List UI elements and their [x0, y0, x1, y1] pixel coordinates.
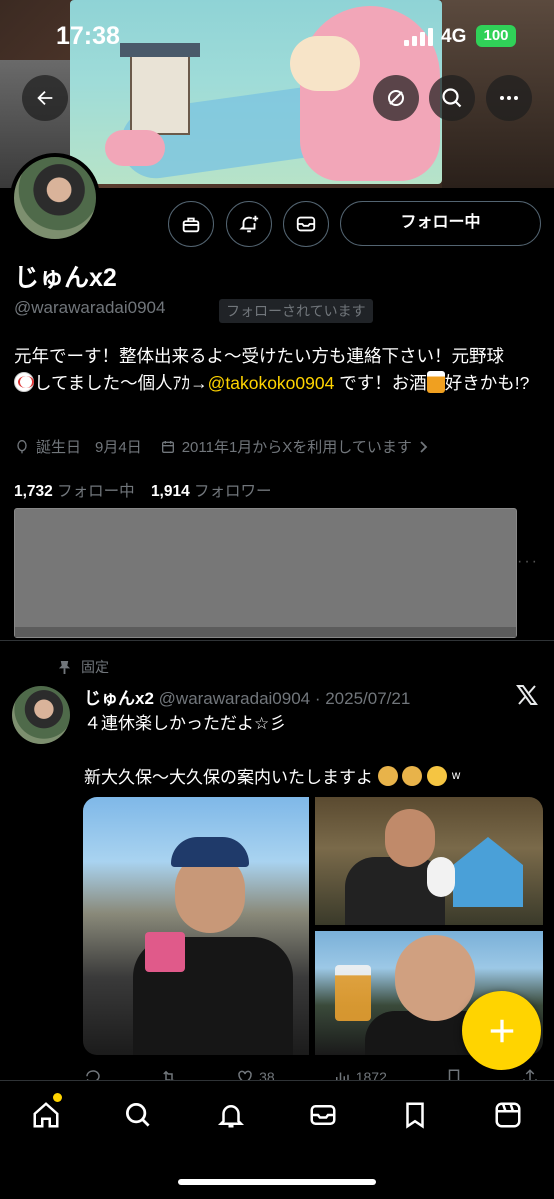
nav-home[interactable] [31, 1100, 61, 1135]
nav-search[interactable] [123, 1100, 153, 1135]
nav-bookmarks[interactable] [400, 1100, 430, 1135]
unmute-button[interactable] [373, 75, 419, 121]
calendar-icon [161, 440, 174, 453]
post-handle-date[interactable]: @warawaradai0904 · 2025/07/21 [159, 689, 411, 708]
joined-date[interactable]: 2011年1月からXを利用しています [182, 436, 412, 457]
profile-bio: 元年でーす！整体出来るよ〜受けたい方も連絡下さい！元野球 してました〜個人ｱｶ→… [14, 343, 544, 397]
more-button[interactable] [486, 75, 532, 121]
message-button[interactable] [283, 201, 329, 247]
profile-meta: 誕生日 9月4日 2011年1月からXを利用しています [14, 436, 430, 457]
post-header: じゅんx2 @warawaradai0904 · 2025/07/21 [84, 684, 410, 709]
post-photo-1[interactable] [83, 797, 309, 1055]
profile-name: じゅんx2 [14, 264, 117, 292]
bio-text-3: です！お酒 [334, 373, 427, 393]
pinned-label: 固定 [81, 659, 109, 675]
eye-slash-icon [388, 90, 404, 106]
post-line-2: 新大久保〜大久保の案内いたしますよ [84, 768, 373, 787]
mail-icon [296, 216, 316, 232]
post-author-name[interactable]: じゅんx2 [84, 689, 154, 708]
notify-button[interactable] [226, 201, 272, 247]
followers-count: 1,914 [150, 483, 190, 500]
home-indicator [178, 1179, 376, 1185]
back-button[interactable] [22, 75, 68, 121]
signal-icon [404, 28, 433, 46]
profile-avatar[interactable] [10, 153, 100, 243]
following-label: フォロー中 [57, 483, 135, 500]
compose-post-button[interactable] [462, 991, 541, 1070]
home-icon [33, 1101, 59, 1127]
followers-label: フォロワー [194, 483, 272, 500]
bookmark-icon [406, 1102, 425, 1129]
follow-counts: 1,732 フォロー中 1,914 フォロワー [14, 479, 272, 501]
birthday-label: 誕生日 [36, 439, 82, 456]
followers-count-link[interactable]: 1,914 フォロワー [151, 483, 272, 500]
status-bar: 17:38 4G 100 [0, 0, 554, 72]
app-icon [495, 1102, 521, 1127]
profile-handle: @warawaradai0904 [14, 298, 166, 317]
nav-grok[interactable] [493, 1100, 523, 1135]
bell-plus-icon [239, 215, 259, 233]
back-arrow-icon [37, 90, 53, 106]
nav-messages[interactable] [308, 1100, 338, 1135]
laughing-emoji-icon [427, 766, 448, 786]
guide-person-emoji-icon [377, 766, 398, 786]
balloon-icon [17, 439, 27, 453]
following-button[interactable]: フォロー中 [340, 201, 541, 246]
carousel-dots: ··· [517, 553, 539, 570]
more-icon [500, 96, 518, 100]
home-notification-dot [53, 1093, 62, 1102]
baseball-emoji-icon [14, 372, 34, 392]
banner-mini-slowpoke [105, 130, 165, 166]
pin-icon [58, 660, 71, 674]
status-time: 17:38 [56, 22, 120, 50]
post-photo-2[interactable] [315, 797, 543, 925]
highlight-card-placeholder[interactable] [14, 508, 517, 638]
pinned-indicator: 固定 [58, 657, 109, 677]
bio-text-1: 元年でーす！整体出来るよ〜受けたい方も連絡下さい！元野球 [14, 346, 504, 366]
search-button[interactable] [429, 75, 475, 121]
nav-notifications[interactable] [216, 1100, 246, 1135]
chevron-right-icon[interactable] [418, 440, 430, 454]
post-author-avatar[interactable] [12, 686, 70, 744]
search-icon [126, 1102, 151, 1127]
follows-you-badge: フォローされています [219, 299, 373, 323]
network-type: 4G [441, 26, 467, 47]
following-count-link[interactable]: 1,732 フォロー中 [14, 483, 135, 500]
post-line-1: ４連休楽しかっただよ☆彡 [84, 714, 287, 733]
birthday-value: 9月4日 [95, 439, 142, 456]
bio-text-2: してました〜個人ｱｶ→ [34, 373, 208, 393]
gift-icon [182, 217, 200, 233]
x-logo-icon [516, 685, 538, 705]
bio-mention-link[interactable]: @takokoko0904 [208, 373, 335, 393]
bell-icon [217, 1104, 244, 1127]
subscribe-button[interactable] [168, 201, 214, 247]
post-line-2-tail: ʷ [451, 768, 461, 787]
mail-icon [310, 1104, 336, 1125]
search-icon [442, 88, 462, 108]
section-divider [0, 640, 554, 641]
battery-icon: 100 [476, 25, 516, 47]
guide-person-2-emoji-icon [402, 766, 423, 786]
following-count: 1,732 [14, 483, 53, 500]
bio-text-4: 好きかも!? [444, 373, 530, 393]
plus-icon [490, 1019, 513, 1042]
beer-emoji-icon [426, 371, 445, 393]
post-text: ４連休楽しかっただよ☆彡 新大久保〜大久保の案内いたしますよ ʷ [84, 710, 524, 791]
